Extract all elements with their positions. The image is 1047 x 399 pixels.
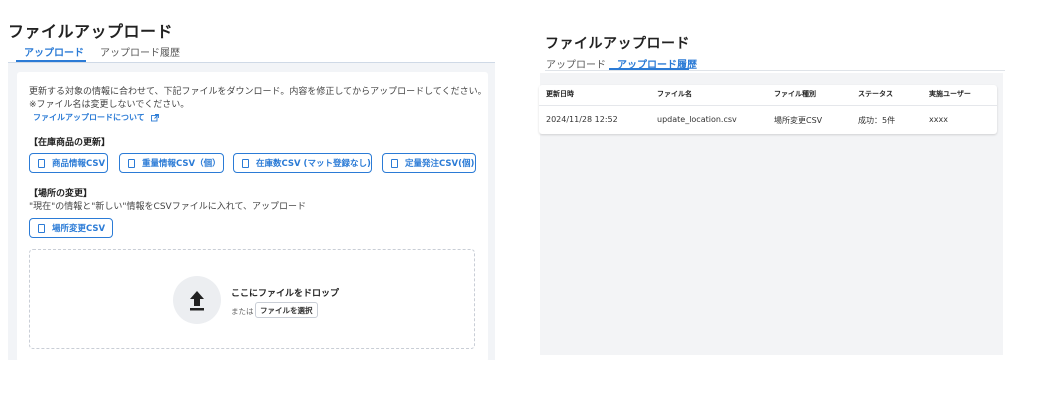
column-header-user: 実施ユーザー	[929, 90, 971, 98]
cell-updated-at: 2024/11/28 12:52	[546, 115, 618, 124]
file-dropzone[interactable]: ここにファイルをドロップ または ファイルを選択	[29, 249, 475, 349]
tab-divider	[545, 70, 1005, 71]
tab-upload[interactable]: アップロード	[546, 56, 606, 71]
drop-label: ここにファイルをドロップ	[231, 289, 340, 299]
or-label: または	[231, 307, 254, 316]
filename-note: ※ファイル名は変更しないでください。	[29, 100, 190, 110]
history-table: 更新日時 ファイル名 ファイル種別 ステータス 実施ユーザー 2024/11/2…	[539, 85, 997, 134]
product-info-csv-button[interactable]: 商品情報CSV	[29, 153, 108, 173]
help-link-label[interactable]: ファイルアップロードについて	[33, 112, 145, 123]
column-header-file-name: ファイル名	[657, 90, 692, 98]
header-divider	[539, 105, 997, 106]
page-title: ファイルアップロード	[545, 36, 690, 52]
tab-upload-history[interactable]: アップロード履歴	[100, 44, 180, 59]
document-icon	[38, 223, 45, 233]
button-label: 在庫数CSV (マット登録なし)	[256, 159, 371, 169]
document-icon	[38, 158, 45, 168]
upload-icon-background	[173, 276, 221, 324]
document-icon	[391, 158, 398, 168]
section-location-title: 【場所の変更】	[29, 189, 93, 199]
cell-user: xxxx	[929, 115, 948, 124]
instructions-text: 更新する対象の情報に合わせて、下記ファイルをダウンロード。内容を修正してからアッ…	[29, 87, 487, 97]
cell-file-name: update_location.csv	[657, 115, 737, 124]
stock-count-csv-button[interactable]: 在庫数CSV (マット登録なし)	[233, 153, 372, 173]
fixed-order-csv-button[interactable]: 定量発注CSV(個)	[382, 153, 476, 173]
button-label: 定量発注CSV(個)	[405, 159, 475, 169]
cell-file-type: 場所変更CSV	[774, 116, 823, 125]
column-header-file-type: ファイル種別	[774, 90, 816, 98]
button-label: 重量情報CSV（個）	[142, 159, 221, 169]
location-change-csv-button[interactable]: 場所変更CSV	[29, 218, 113, 238]
section-inventory-title: 【在庫商品の更新】	[29, 138, 111, 148]
upload-icon	[190, 291, 204, 311]
tab-upload[interactable]: アップロード	[24, 44, 84, 59]
button-label: 場所変更CSV	[52, 224, 106, 234]
column-header-updated-at: 更新日時	[546, 90, 574, 98]
cell-status: 成功：5件	[858, 116, 896, 125]
help-link[interactable]: ファイルアップロードについて	[33, 112, 159, 123]
external-link-icon	[150, 113, 159, 121]
weight-info-csv-button[interactable]: 重量情報CSV（個）	[119, 153, 224, 173]
location-note: "現在"の情報と"新しい"情報をCSVファイルに入れて、アップロード	[29, 202, 306, 212]
document-icon	[242, 158, 249, 168]
column-header-status: ステータス	[858, 90, 893, 98]
select-file-button[interactable]: ファイルを選択	[255, 302, 318, 318]
page-title: ファイルアップロード	[8, 22, 174, 41]
document-icon	[128, 158, 135, 168]
button-label: 商品情報CSV	[52, 159, 106, 169]
